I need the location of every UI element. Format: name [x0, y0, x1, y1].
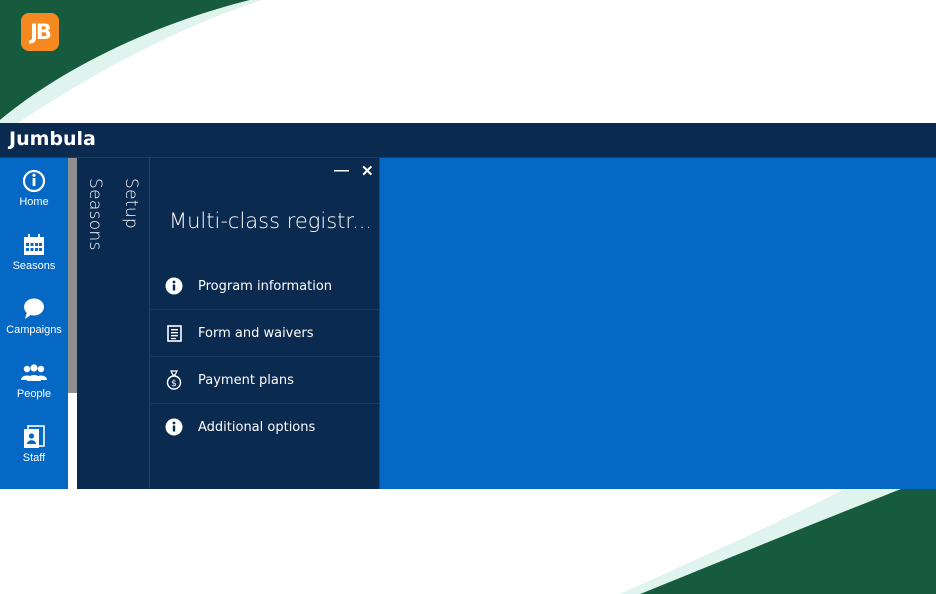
panel-title: Multi-class registr... — [169, 209, 369, 233]
nav-staff[interactable]: Staff — [0, 414, 68, 478]
setup-panel: — ✕ Multi-class registr... Program infor… — [150, 158, 380, 489]
people-icon — [21, 360, 47, 386]
nav-seasons-label: Seasons — [12, 260, 56, 272]
staff-card-icon — [23, 424, 45, 450]
seasons-strip-label: Seasons — [85, 178, 105, 251]
nav-seasons[interactable]: Seasons — [0, 222, 68, 286]
jumbula-logo: JB — [21, 13, 59, 51]
menu-item-additional-options[interactable]: Additional options — [150, 404, 379, 450]
document-icon — [150, 324, 198, 342]
nav-scrollbar-thumb[interactable] — [68, 158, 77, 393]
svg-text:$: $ — [171, 379, 177, 389]
nav-home-label: Home — [19, 196, 49, 208]
menu-item-program-information[interactable]: Program information — [150, 263, 379, 310]
money-bag-icon: $ — [150, 370, 198, 390]
nav-scrollbar[interactable] — [68, 158, 77, 489]
top-bar: Jumbula — [0, 123, 936, 158]
nav-campaigns-label: Campaigns — [6, 324, 62, 336]
menu-item-label: Form and waivers — [198, 325, 314, 341]
left-navigation: Home Seasons Campaigns People Staff — [0, 158, 68, 489]
nav-people[interactable]: People — [0, 350, 68, 414]
info-icon — [150, 418, 198, 436]
home-icon — [22, 168, 46, 194]
menu-item-payment-plans[interactable]: $ Payment plans — [150, 357, 379, 404]
minimize-button[interactable]: — — [334, 162, 349, 179]
app-window: Jumbula Home Seasons Campaigns People St… — [0, 123, 936, 489]
menu-item-form-and-waivers[interactable]: Form and waivers — [150, 310, 379, 357]
nav-staff-label: Staff — [22, 452, 46, 464]
chat-bubble-icon — [22, 296, 46, 322]
panel-menu: Program information Form and waivers $ P… — [150, 263, 379, 450]
info-icon — [150, 277, 198, 295]
main-content-area — [380, 158, 936, 489]
nav-campaigns[interactable]: Campaigns — [0, 286, 68, 350]
nav-home[interactable]: Home — [0, 158, 68, 222]
seasons-strip[interactable]: Seasons — [77, 158, 114, 489]
app-title: Jumbula — [9, 128, 96, 150]
calendar-icon — [23, 232, 45, 258]
setup-strip[interactable]: Setup — [113, 158, 150, 489]
menu-item-label: Payment plans — [198, 372, 294, 388]
setup-strip-label: Setup — [121, 178, 141, 229]
menu-item-label: Program information — [198, 278, 333, 294]
close-button[interactable]: ✕ — [361, 162, 374, 180]
menu-item-label: Additional options — [198, 419, 316, 435]
nav-people-label: People — [16, 388, 52, 400]
